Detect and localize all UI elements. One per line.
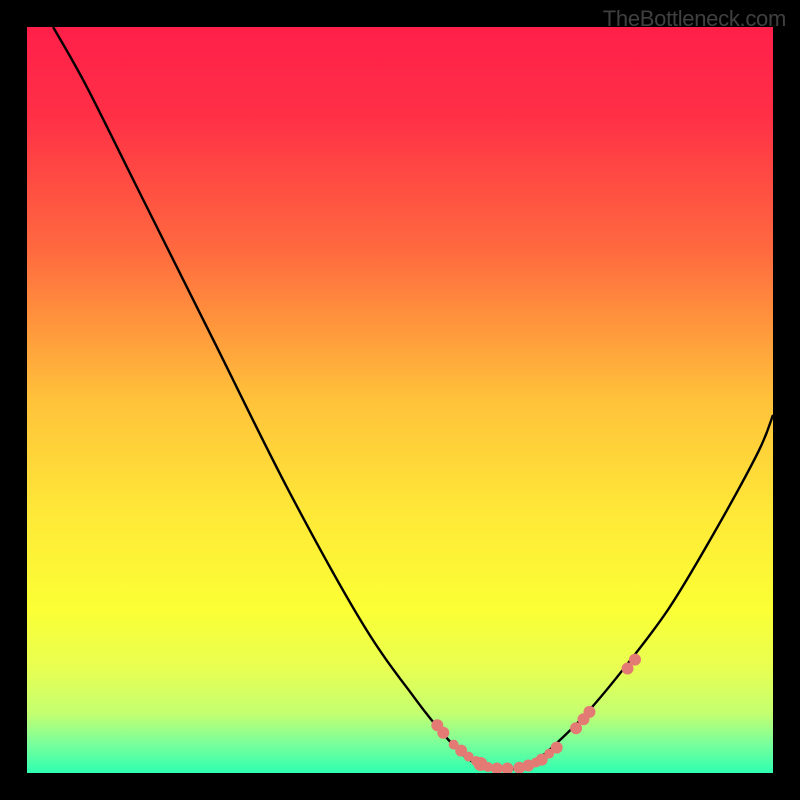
gradient-background xyxy=(27,27,773,773)
watermark-text: TheBottleneck.com xyxy=(603,6,786,32)
plot-svg xyxy=(27,27,773,773)
data-marker xyxy=(437,727,449,739)
data-marker xyxy=(583,706,595,718)
chart-container: TheBottleneck.com xyxy=(0,0,800,800)
data-marker xyxy=(551,742,563,754)
data-marker xyxy=(629,654,641,666)
plot-area xyxy=(27,27,773,773)
